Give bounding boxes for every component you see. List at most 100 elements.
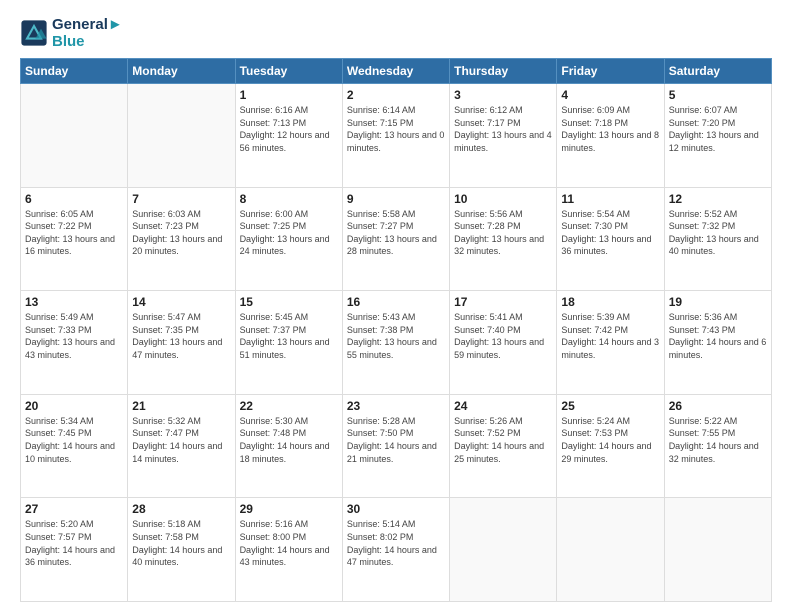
logo-text: General► Blue	[52, 16, 123, 50]
calendar-week-row: 1 Sunrise: 6:16 AMSunset: 7:13 PMDaylight…	[21, 84, 772, 188]
cell-info-text: Sunrise: 6:00 AMSunset: 7:25 PMDaylight:…	[240, 208, 338, 258]
cell-info-text: Sunrise: 5:22 AMSunset: 7:55 PMDaylight:…	[669, 415, 767, 465]
calendar-cell: 12 Sunrise: 5:52 AMSunset: 7:32 PMDayligh…	[664, 187, 771, 291]
calendar-cell: 21Sunrise: 5:32 AMSunset: 7:47 PMDayligh…	[128, 394, 235, 498]
calendar-cell: 13Sunrise: 5:49 AMSunset: 7:33 PMDayligh…	[21, 291, 128, 395]
cell-info-text: Sunrise: 5:20 AMSunset: 7:57 PMDaylight:…	[25, 518, 123, 568]
cell-date-number: 15	[240, 295, 338, 309]
cell-info-text: Sunrise: 5:39 AMSunset: 7:42 PMDaylight:…	[561, 311, 659, 361]
cell-info-text: Sunrise: 5:58 AMSunset: 7:27 PMDaylight:…	[347, 208, 445, 258]
cell-info-text: Sunrise: 5:16 AMSunset: 8:00 PMDaylight:…	[240, 518, 338, 568]
cell-info-text: Sunrise: 5:18 AMSunset: 7:58 PMDaylight:…	[132, 518, 230, 568]
cell-date-number: 4	[561, 88, 659, 102]
cell-date-number: 9	[347, 192, 445, 206]
calendar-cell	[128, 84, 235, 188]
weekday-header: Monday	[128, 59, 235, 84]
calendar-cell: 17 Sunrise: 5:41 AMSunset: 7:40 PMDayligh…	[450, 291, 557, 395]
calendar-cell: 22 Sunrise: 5:30 AMSunset: 7:48 PMDayligh…	[235, 394, 342, 498]
weekday-header: Saturday	[664, 59, 771, 84]
cell-info-text: Sunrise: 5:54 AMSunset: 7:30 PMDaylight:…	[561, 208, 659, 258]
calendar-table: SundayMondayTuesdayWednesdayThursdayFrid…	[20, 58, 772, 602]
calendar-cell: 28 Sunrise: 5:18 AMSunset: 7:58 PMDayligh…	[128, 498, 235, 602]
calendar-cell: 14 Sunrise: 5:47 AMSunset: 7:35 PMDayligh…	[128, 291, 235, 395]
calendar-cell: 27 Sunrise: 5:20 AMSunset: 7:57 PMDayligh…	[21, 498, 128, 602]
cell-date-number: 22	[240, 399, 338, 413]
calendar-cell: 11 Sunrise: 5:54 AMSunset: 7:30 PMDayligh…	[557, 187, 664, 291]
calendar-cell: 29 Sunrise: 5:16 AMSunset: 8:00 PMDayligh…	[235, 498, 342, 602]
cell-date-number: 30	[347, 502, 445, 516]
cell-date-number: 7	[132, 192, 230, 206]
cell-date-number: 16	[347, 295, 445, 309]
cell-info-text: Sunrise: 5:28 AMSunset: 7:50 PMDaylight:…	[347, 415, 445, 465]
cell-date-number: 19	[669, 295, 767, 309]
cell-date-number: 25	[561, 399, 659, 413]
cell-info-text: Sunrise: 5:56 AMSunset: 7:28 PMDaylight:…	[454, 208, 552, 258]
calendar-week-row: 20 Sunrise: 5:34 AMSunset: 7:45 PMDayligh…	[21, 394, 772, 498]
cell-date-number: 12	[669, 192, 767, 206]
weekday-header: Thursday	[450, 59, 557, 84]
weekday-header: Wednesday	[342, 59, 449, 84]
cell-info-text: Sunrise: 5:47 AMSunset: 7:35 PMDaylight:…	[132, 311, 230, 361]
cell-info-text: Sunrise: 5:43 AMSunset: 7:38 PMDaylight:…	[347, 311, 445, 361]
cell-info-text: Sunrise: 5:41 AMSunset: 7:40 PMDaylight:…	[454, 311, 552, 361]
cell-info-text: Sunrise: 6:14 AMSunset: 7:15 PMDaylight:…	[347, 104, 445, 154]
weekday-header: Sunday	[21, 59, 128, 84]
cell-info-text: Sunrise: 5:36 AMSunset: 7:43 PMDaylight:…	[669, 311, 767, 361]
cell-info-text: Sunrise: 5:14 AMSunset: 8:02 PMDaylight:…	[347, 518, 445, 568]
calendar-cell: 2Sunrise: 6:14 AMSunset: 7:15 PMDaylight…	[342, 84, 449, 188]
cell-info-text: Sunrise: 5:34 AMSunset: 7:45 PMDaylight:…	[25, 415, 123, 465]
cell-date-number: 14	[132, 295, 230, 309]
calendar-cell: 18 Sunrise: 5:39 AMSunset: 7:42 PMDayligh…	[557, 291, 664, 395]
cell-info-text: Sunrise: 6:12 AMSunset: 7:17 PMDaylight:…	[454, 104, 552, 154]
cell-date-number: 11	[561, 192, 659, 206]
calendar-cell: 20 Sunrise: 5:34 AMSunset: 7:45 PMDayligh…	[21, 394, 128, 498]
cell-date-number: 1	[240, 88, 338, 102]
calendar-week-row: 6 Sunrise: 6:05 AMSunset: 7:22 PMDaylight…	[21, 187, 772, 291]
cell-info-text: Sunrise: 5:52 AMSunset: 7:32 PMDaylight:…	[669, 208, 767, 258]
calendar-header: SundayMondayTuesdayWednesdayThursdayFrid…	[21, 59, 772, 84]
calendar-cell: 24Sunrise: 5:26 AMSunset: 7:52 PMDayligh…	[450, 394, 557, 498]
cell-date-number: 26	[669, 399, 767, 413]
calendar-cell: 26 Sunrise: 5:22 AMSunset: 7:55 PMDayligh…	[664, 394, 771, 498]
cell-info-text: Sunrise: 5:30 AMSunset: 7:48 PMDaylight:…	[240, 415, 338, 465]
calendar-cell: 6 Sunrise: 6:05 AMSunset: 7:22 PMDaylight…	[21, 187, 128, 291]
calendar-week-row: 27 Sunrise: 5:20 AMSunset: 7:57 PMDayligh…	[21, 498, 772, 602]
cell-info-text: Sunrise: 5:45 AMSunset: 7:37 PMDaylight:…	[240, 311, 338, 361]
calendar-cell: 25 Sunrise: 5:24 AMSunset: 7:53 PMDayligh…	[557, 394, 664, 498]
cell-info-text: Sunrise: 5:32 AMSunset: 7:47 PMDaylight:…	[132, 415, 230, 465]
cell-date-number: 18	[561, 295, 659, 309]
calendar-week-row: 13Sunrise: 5:49 AMSunset: 7:33 PMDayligh…	[21, 291, 772, 395]
calendar-cell: 30 Sunrise: 5:14 AMSunset: 8:02 PMDayligh…	[342, 498, 449, 602]
logo: General► Blue	[20, 16, 123, 50]
header: General► Blue	[20, 16, 772, 50]
cell-date-number: 3	[454, 88, 552, 102]
cell-info-text: Sunrise: 6:09 AMSunset: 7:18 PMDaylight:…	[561, 104, 659, 154]
calendar-cell	[557, 498, 664, 602]
weekday-header: Tuesday	[235, 59, 342, 84]
cell-info-text: Sunrise: 6:07 AMSunset: 7:20 PMDaylight:…	[669, 104, 767, 154]
calendar-cell: 10 Sunrise: 5:56 AMSunset: 7:28 PMDayligh…	[450, 187, 557, 291]
calendar-cell: 1 Sunrise: 6:16 AMSunset: 7:13 PMDaylight…	[235, 84, 342, 188]
cell-date-number: 6	[25, 192, 123, 206]
calendar-cell	[664, 498, 771, 602]
cell-date-number: 27	[25, 502, 123, 516]
cell-date-number: 10	[454, 192, 552, 206]
cell-info-text: Sunrise: 6:03 AMSunset: 7:23 PMDaylight:…	[132, 208, 230, 258]
cell-date-number: 8	[240, 192, 338, 206]
calendar-cell: 15 Sunrise: 5:45 AMSunset: 7:37 PMDayligh…	[235, 291, 342, 395]
cell-info-text: Sunrise: 5:26 AMSunset: 7:52 PMDaylight:…	[454, 415, 552, 465]
cell-info-text: Sunrise: 6:05 AMSunset: 7:22 PMDaylight:…	[25, 208, 123, 258]
weekday-header: Friday	[557, 59, 664, 84]
calendar-cell: 5Sunrise: 6:07 AMSunset: 7:20 PMDaylight…	[664, 84, 771, 188]
calendar-cell: 9 Sunrise: 5:58 AMSunset: 7:27 PMDaylight…	[342, 187, 449, 291]
cell-info-text: Sunrise: 5:49 AMSunset: 7:33 PMDaylight:…	[25, 311, 123, 361]
cell-info-text: Sunrise: 6:16 AMSunset: 7:13 PMDaylight:…	[240, 104, 338, 154]
cell-info-text: Sunrise: 5:24 AMSunset: 7:53 PMDaylight:…	[561, 415, 659, 465]
cell-date-number: 17	[454, 295, 552, 309]
cell-date-number: 28	[132, 502, 230, 516]
cell-date-number: 29	[240, 502, 338, 516]
calendar-cell: 16 Sunrise: 5:43 AMSunset: 7:38 PMDayligh…	[342, 291, 449, 395]
calendar-cell: 7 Sunrise: 6:03 AMSunset: 7:23 PMDaylight…	[128, 187, 235, 291]
cell-date-number: 20	[25, 399, 123, 413]
calendar-cell	[450, 498, 557, 602]
